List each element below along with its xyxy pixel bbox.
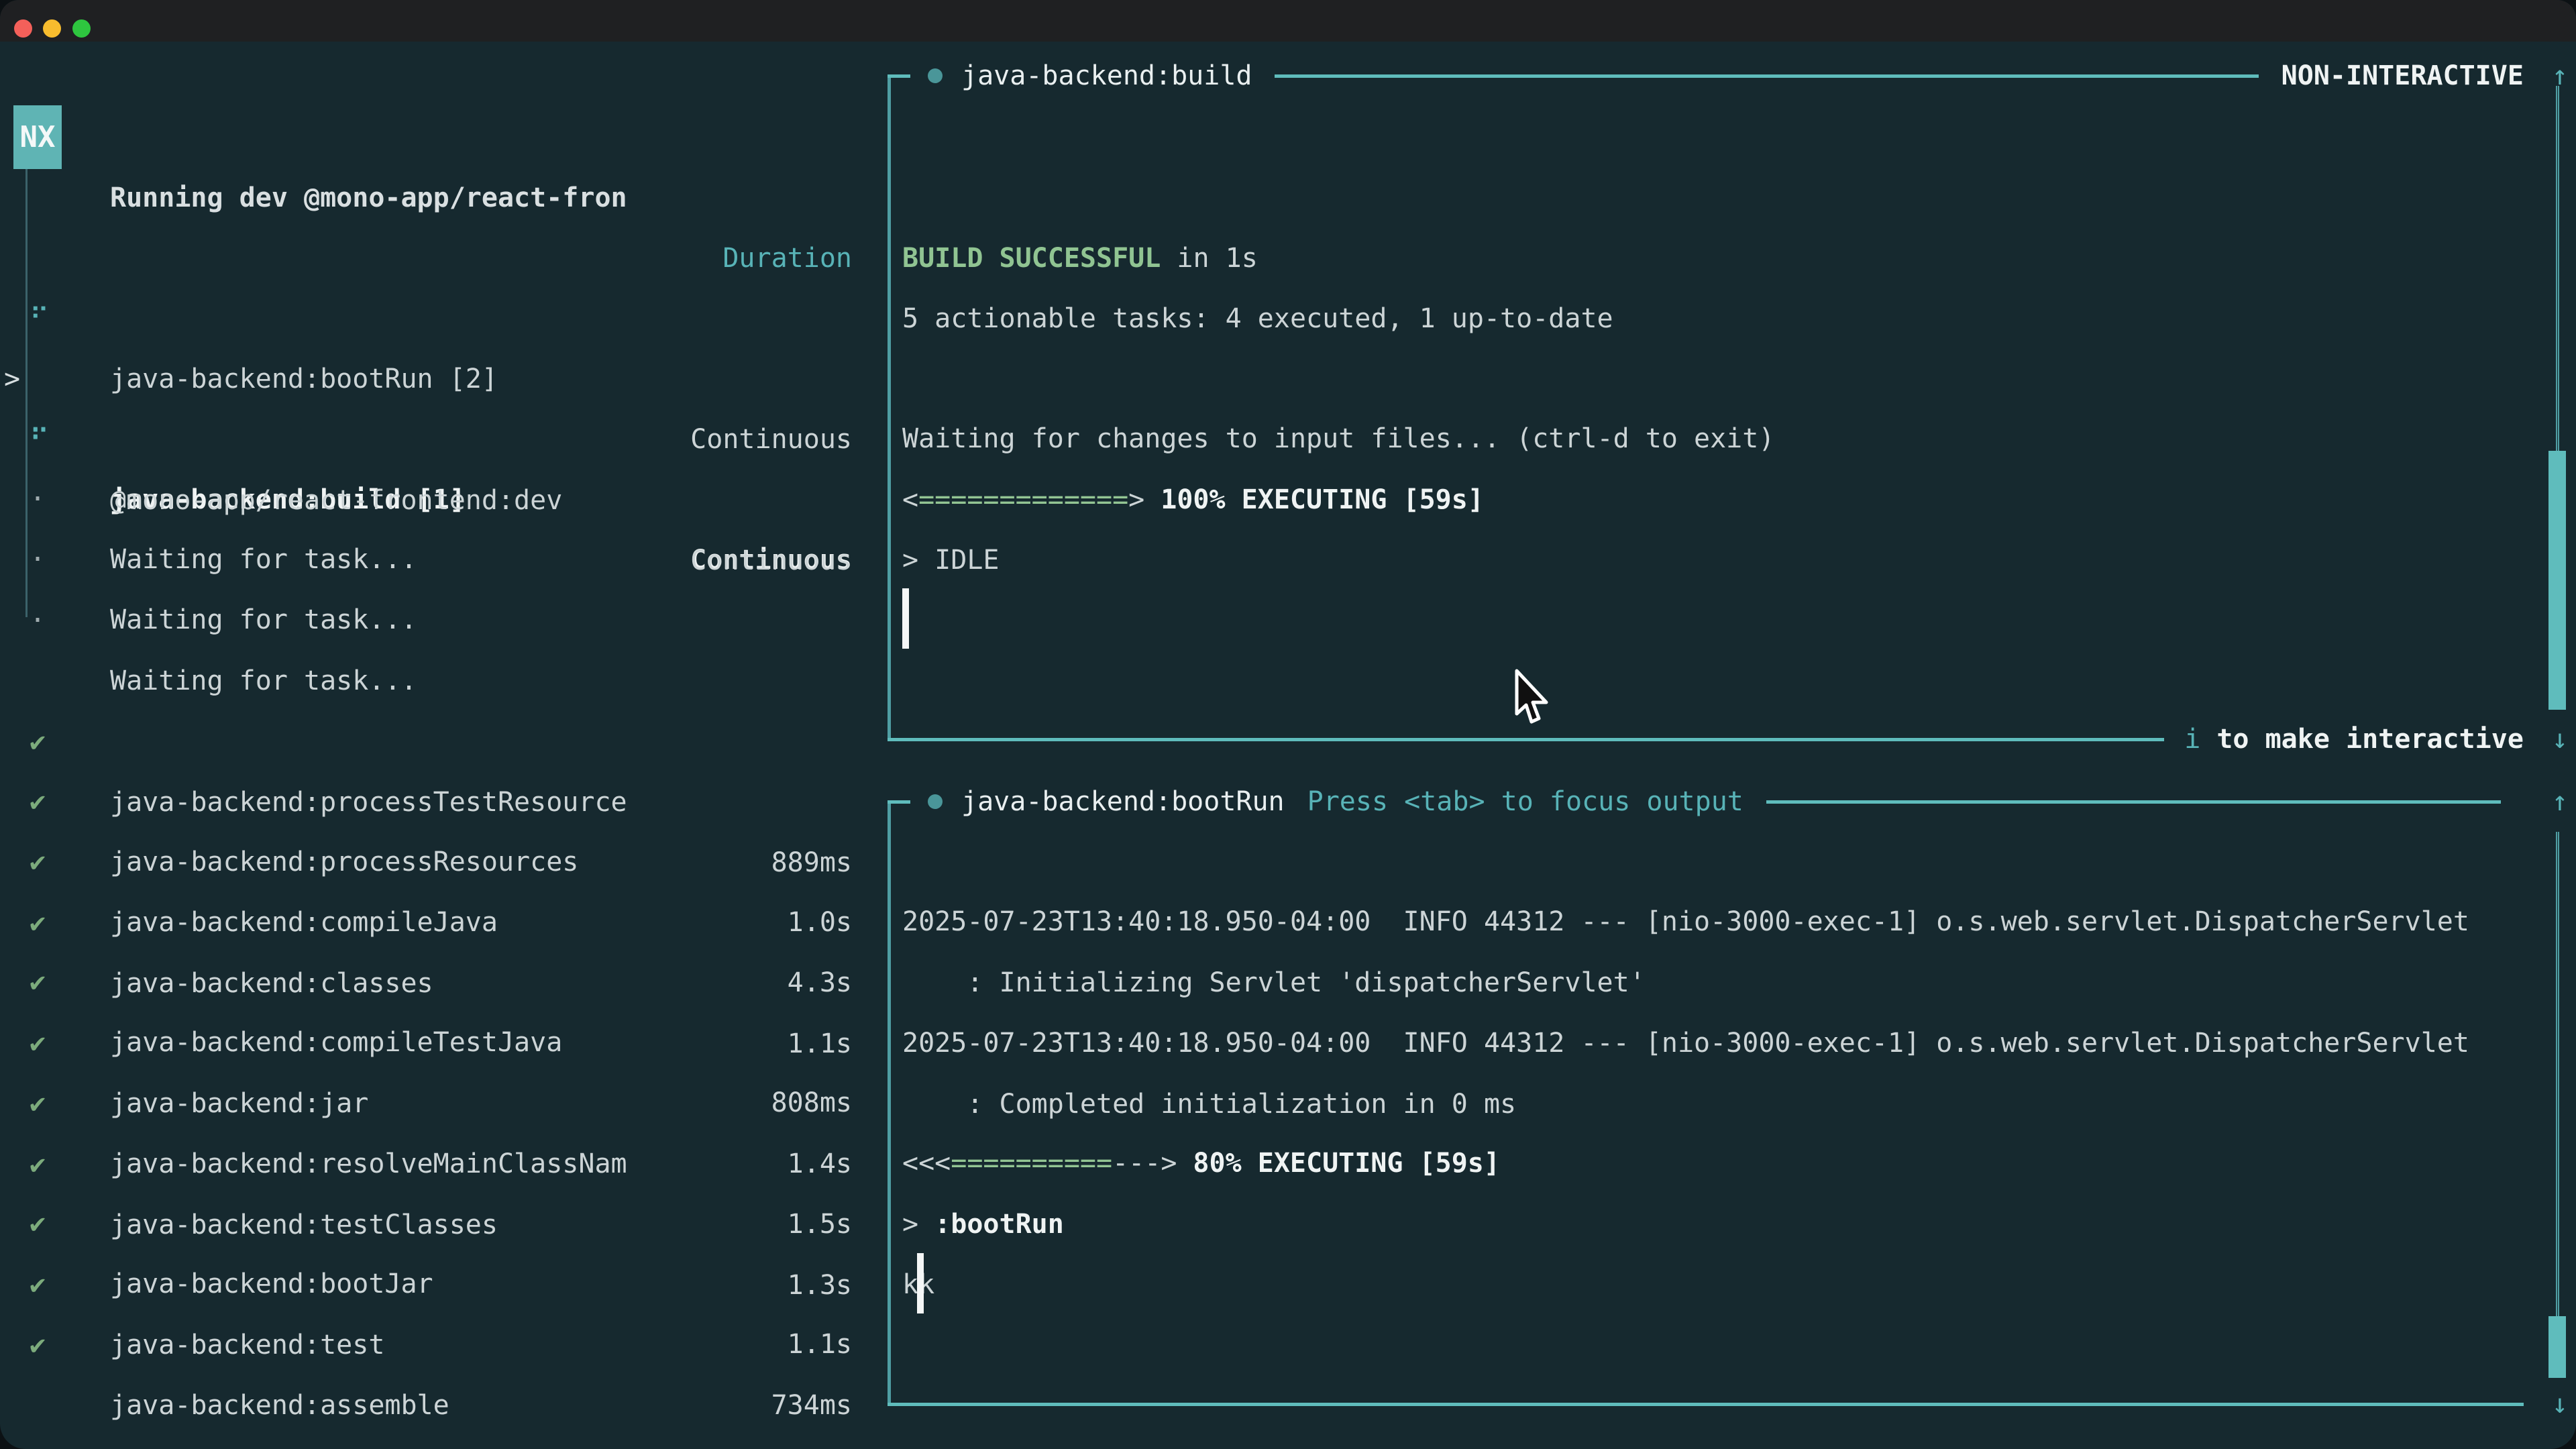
task-name: java-backend:test: [110, 1315, 384, 1375]
scroll-up-arrow-icon[interactable]: ↑: [2552, 786, 2568, 817]
pagination: ←1/2→: [32, 1435, 144, 1449]
sidebar-footer: ←1/2→ quit:qhelp:?: [0, 1375, 852, 1435]
task-duration: 774ms: [771, 1436, 852, 1449]
scroll-down-arrow-icon[interactable]: ↓: [2552, 1389, 2568, 1419]
non-interactive-badge: NON-INTERACTIVE: [2282, 60, 2524, 91]
task-row-waiting[interactable]: · Waiting for task...: [0, 530, 852, 590]
interactive-hint-label: to make interactive: [2216, 724, 2524, 755]
task-row-done[interactable]: ✔ java-backend:compileJava 4.3s: [0, 771, 852, 832]
maximize-button[interactable]: [72, 19, 91, 38]
scroll-down-arrow-icon[interactable]: ↓: [2552, 724, 2568, 755]
task-row-done[interactable]: ✔ java-backend:processTestResource 889ms: [0, 651, 852, 712]
bottom-panel-header: java-backend:bootRun Press <tab> to focu…: [888, 771, 2576, 832]
progress-fill: ==========: [951, 1148, 1112, 1179]
close-button[interactable]: [14, 19, 32, 38]
mouse-cursor-icon: [1513, 668, 1555, 730]
top-panel-scrollbar-track[interactable]: [2556, 86, 2559, 451]
task-row-done[interactable]: ✔ java-backend:classes 1.1s: [0, 833, 852, 893]
progress-label: 100% EXECUTING [59s]: [1161, 484, 1484, 515]
idle-line: > IDLE: [902, 530, 1000, 590]
bottom-panel-footer: ↓: [888, 1374, 2576, 1434]
terminal-cursor: [917, 1253, 924, 1313]
window-titlebar[interactable]: [0, 0, 2576, 42]
panel-header-line: [1766, 800, 2501, 804]
progress-open: <: [902, 484, 918, 515]
progress-fill: =============: [918, 484, 1128, 515]
progress-close: >: [1128, 484, 1144, 515]
screen: NX Running dev @mono-app/react-fron Dura…: [0, 0, 2576, 1449]
build-status: BUILD SUCCESSFUL: [902, 243, 1161, 274]
gradle-progress-bar: <=============>100% EXECUTING [59s]: [902, 470, 1484, 530]
task-row-done[interactable]: ✔ java-backend:compileTestJava 808ms: [0, 892, 852, 952]
prompt-marker: >: [902, 1209, 934, 1240]
panel-header-line: [1275, 74, 2258, 78]
task-row-frontend-dev[interactable]: ⠋ @mono-app/react-frontend:dev Continuou…: [0, 350, 852, 410]
top-panel-footer: i to make interactive ↓: [888, 709, 2576, 769]
task-row-waiting[interactable]: · Waiting for task...: [0, 409, 852, 469]
bottom-panel-scrollbar-thumb[interactable]: [2548, 1316, 2566, 1378]
task-row-waiting[interactable]: · Waiting for task...: [0, 469, 852, 529]
build-result-line: BUILD SUCCESSFUL in 1s: [902, 228, 1258, 288]
progress-open: <<<: [902, 1148, 951, 1179]
log-line: : Initializing Servlet 'dispatcherServle…: [902, 953, 1646, 1013]
top-panel-header: java-backend:build NON-INTERACTIVE ↑: [888, 46, 2576, 106]
task-row-bootrun[interactable]: ⠋ java-backend:bootRun [2] Continuous: [0, 228, 852, 288]
panel-footer-line: [888, 738, 2164, 741]
prompt-command: :bootRun: [934, 1209, 1064, 1240]
progress-dashes: --->: [1112, 1148, 1177, 1179]
bottom-panel-left-border: [888, 800, 891, 1404]
task-row-done[interactable]: ✔ java-backend:test 734ms: [0, 1194, 852, 1254]
log-line: : Completed initialization in 0 ms: [902, 1074, 1516, 1134]
task-row-done[interactable]: ✔ java-backend:assemble 774ms: [0, 1254, 852, 1315]
top-panel-title: java-backend:build: [961, 60, 1252, 91]
progress-label: 80% EXECUTING [59s]: [1193, 1148, 1500, 1179]
task-row-done[interactable]: ✔ java-backend:jar 1.4s: [0, 953, 852, 1013]
task-row-done[interactable]: ✔ java-backend:resolveMainClassNam 1.5s: [0, 1013, 852, 1073]
scroll-up-arrow-icon[interactable]: ↑: [2552, 60, 2568, 91]
minimize-button[interactable]: [43, 19, 61, 38]
panel-corner-line: [888, 74, 910, 78]
top-panel-left-border: [888, 76, 891, 739]
terminal-window: NX Running dev @mono-app/react-fron Dura…: [0, 0, 2576, 1449]
task-name: Waiting for task...: [110, 590, 417, 650]
bottom-panel-title: java-backend:bootRun: [961, 786, 1285, 817]
panel-footer-line: [888, 1403, 2524, 1406]
gradle-task-prompt: > :bootRun: [902, 1194, 1064, 1254]
log-line: 2025-07-23T13:40:18.950-04:00 INFO 44312…: [902, 892, 2469, 952]
build-summary-line: 5 actionable tasks: 4 executed, 1 up-to-…: [902, 288, 1613, 349]
task-row-done[interactable]: ✔ java-backend:testClasses 1.3s: [0, 1074, 852, 1134]
build-time: in 1s: [1161, 243, 1258, 274]
task-row-done[interactable]: ✔ java-backend:processResources 1.0s: [0, 711, 852, 771]
task-row-done[interactable]: ✔ java-backend:bootJar 1.1s: [0, 1133, 852, 1193]
sidebar-header: Running dev @mono-app/react-fron Duratio…: [0, 107, 852, 168]
task-duration: 1.1s: [788, 1314, 852, 1375]
bottom-panel-scrollbar-track[interactable]: [2556, 832, 2559, 1316]
task-bullet-icon: [928, 68, 943, 83]
panel-corner-line: [888, 800, 910, 804]
task-row-build-selected[interactable]: > ⠋ java-backend:build [1] Continuous: [0, 288, 852, 349]
task-bullet-icon: [928, 794, 943, 809]
top-panel-scrollbar-thumb[interactable]: [2548, 451, 2566, 710]
sidebar-title: Running dev @mono-app/react-fron: [110, 168, 627, 228]
log-line: 2025-07-23T13:40:18.950-04:00 INFO 44312…: [902, 1013, 2469, 1073]
interactive-key[interactable]: i: [2184, 724, 2200, 755]
gradle-progress-bar: <<<==========---> 80% EXECUTING [59s]: [902, 1133, 1500, 1193]
focus-output-hint: Press <tab> to focus output: [1307, 786, 1743, 817]
terminal-cursor: [902, 588, 909, 649]
waiting-dot-icon: ·: [30, 590, 46, 651]
check-icon: ✔: [30, 1315, 46, 1375]
waiting-line: Waiting for changes to input files... (c…: [902, 409, 1774, 469]
